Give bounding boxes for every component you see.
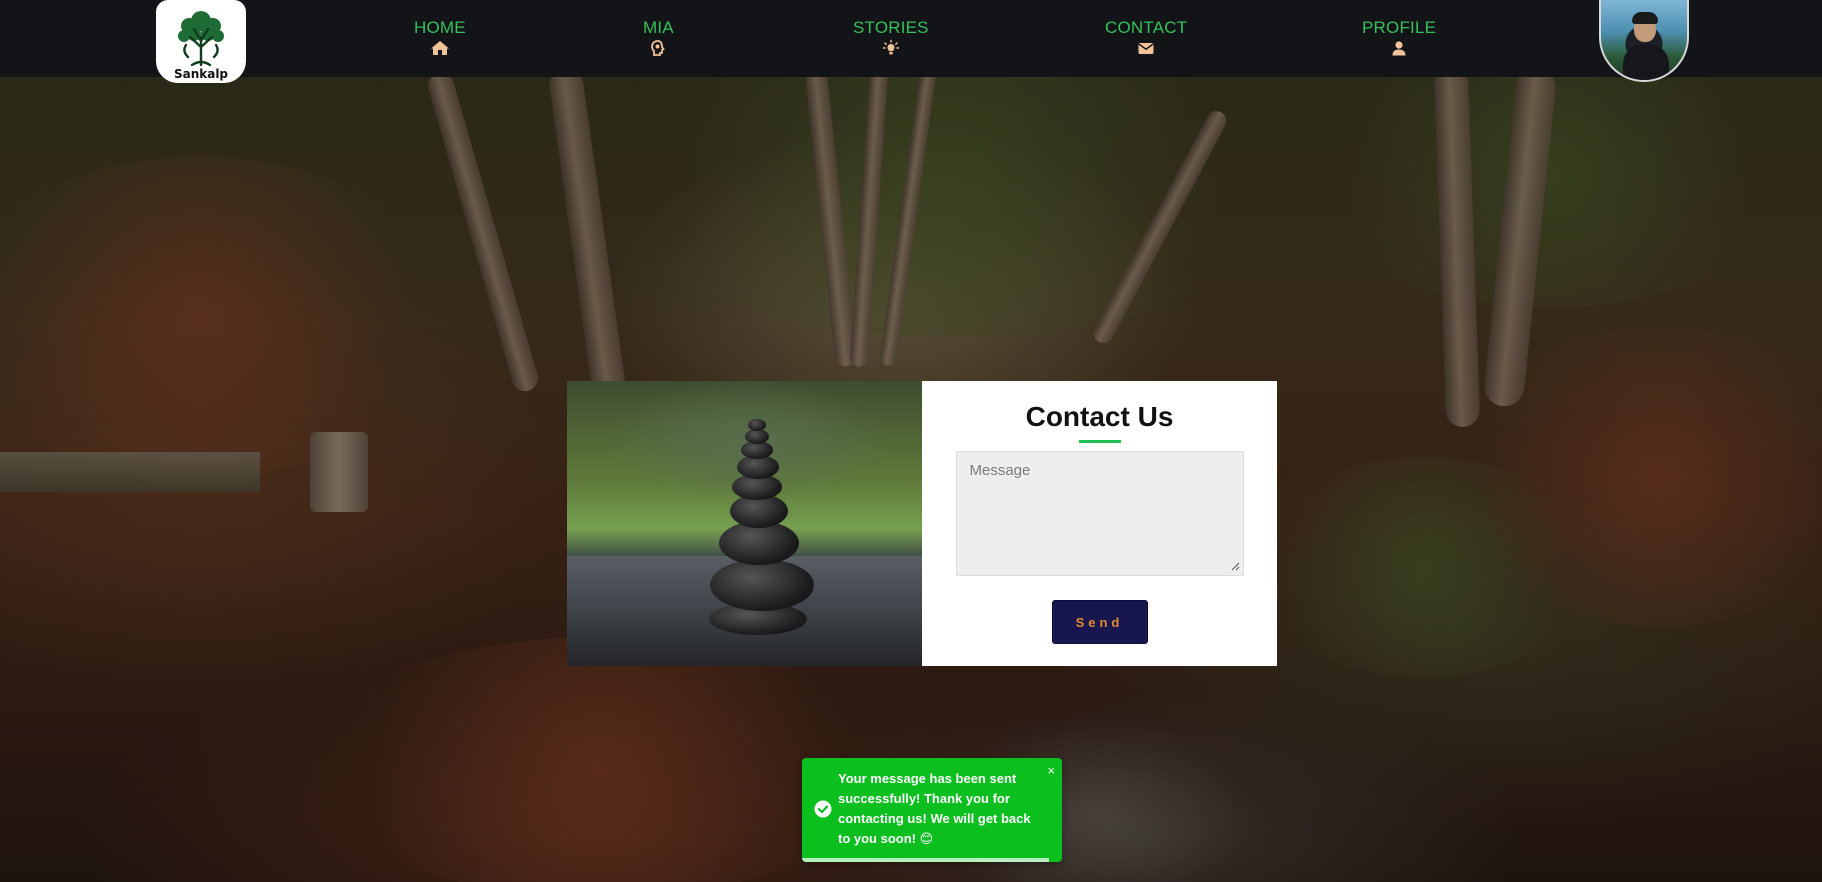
nav-item-home[interactable]: HOME: [414, 18, 466, 57]
toast-progress-bar: [802, 858, 1049, 862]
envelope-icon: [1138, 43, 1154, 54]
home-icon: [430, 41, 449, 55]
nav-item-profile[interactable]: PROFILE: [1362, 18, 1436, 57]
title-underline: [1078, 440, 1121, 443]
success-toast: Your message has been sent successfully!…: [802, 758, 1062, 862]
stacked-stones-image: [567, 381, 922, 666]
close-icon[interactable]: ×: [1047, 764, 1055, 778]
send-button[interactable]: Send: [1051, 600, 1148, 644]
nav-stories-label: STORIES: [853, 18, 929, 37]
check-circle-icon: [814, 800, 832, 818]
toast-message: Your message has been sent successfully!…: [838, 771, 1031, 846]
tree-logo-icon: [178, 11, 224, 67]
nav-contact-label: CONTACT: [1105, 18, 1188, 37]
nav-profile-label: PROFILE: [1362, 18, 1437, 37]
user-icon: [1392, 41, 1406, 56]
nav-item-mia[interactable]: MIA: [643, 18, 674, 57]
nav-mia-label: MIA: [643, 18, 674, 37]
contact-form: Contact Us Send: [922, 381, 1277, 666]
brand-name: Sankalp: [173, 67, 229, 81]
nav-item-contact[interactable]: CONTACT: [1105, 18, 1187, 57]
nav-item-stories[interactable]: STORIES: [853, 18, 929, 57]
brand-logo[interactable]: Sankalp: [156, 0, 246, 83]
head-bulb-icon: [651, 40, 666, 56]
lightbulb-icon: [882, 39, 900, 55]
message-input[interactable]: [955, 451, 1244, 576]
contact-card: Contact Us Send: [567, 381, 1277, 666]
user-avatar[interactable]: [1599, 0, 1689, 82]
nav-home-label: HOME: [414, 18, 466, 37]
top-navbar: Sankalp HOME MIA STORIES CONTACT PROFILE: [0, 0, 1822, 83]
contact-title: Contact Us: [1025, 401, 1174, 432]
